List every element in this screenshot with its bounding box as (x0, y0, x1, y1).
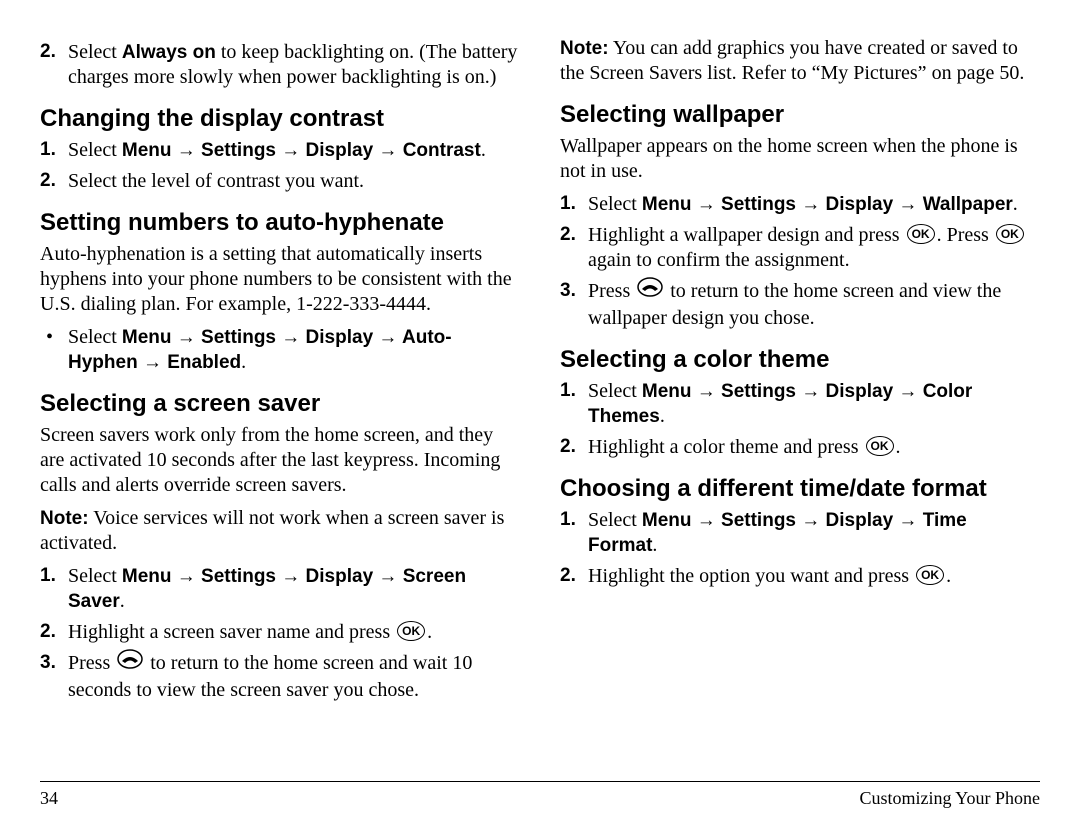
step-text: Press (588, 280, 635, 302)
ok-icon: OK (866, 436, 894, 456)
step: 2. Select Always on to keep backlighting… (40, 40, 520, 90)
step-text: Select (588, 193, 642, 215)
step: 1. Select Menu → Settings → Display → Ti… (560, 508, 1040, 558)
step: 1. Select Menu → Settings → Display → Co… (40, 138, 520, 163)
heading-wallpaper: Selecting wallpaper (560, 100, 1040, 130)
section-title: Customizing Your Phone (859, 788, 1040, 809)
step-number: 3. (40, 651, 56, 675)
step: 2. Select the level of contrast you want… (40, 169, 520, 194)
step: 3. Press to return to the home screen an… (560, 279, 1040, 331)
heading-theme: Selecting a color theme (560, 345, 1040, 375)
step: 1. Select Menu → Settings → Display → Sc… (40, 564, 520, 614)
bullet-list: Select Menu → Settings → Display → Auto-… (40, 325, 520, 375)
menu-path: Menu → Settings → Display → Contrast (122, 140, 481, 161)
note-text: You can add graphics you have created or… (560, 37, 1024, 84)
step-text: . (660, 405, 665, 427)
step-number: 2. (40, 620, 56, 644)
paragraph: Auto-hyphenation is a setting that autom… (40, 242, 520, 317)
step: 1. Select Menu → Settings → Display → Co… (560, 379, 1040, 429)
step-text: . (427, 621, 432, 643)
step: 1. Select Menu → Settings → Display → Wa… (560, 192, 1040, 217)
step: 2. Highlight a color theme and press OK. (560, 435, 1040, 460)
step-text: Select the level of contrast you want. (68, 170, 364, 192)
ok-icon: OK (907, 224, 935, 244)
step-text: . (946, 565, 951, 587)
step-list: 1. Select Menu → Settings → Display → Sc… (40, 564, 520, 703)
manual-page: 2. Select Always on to keep backlighting… (0, 0, 1080, 839)
menu-path: Menu → Settings → Display → Wallpaper (642, 194, 1013, 215)
end-call-icon (117, 649, 143, 676)
step-text: Select (588, 509, 642, 531)
step-list: 1. Select Menu → Settings → Display → Wa… (560, 192, 1040, 331)
step-number: 1. (560, 379, 576, 403)
note-label: Note: (40, 508, 89, 529)
step-number: 3. (560, 279, 576, 303)
step: 2. Highlight a screen saver name and pre… (40, 620, 520, 645)
step-number: 2. (40, 169, 56, 193)
step-text: Select (68, 41, 122, 63)
page-footer: 34 Customizing Your Phone (40, 781, 1040, 809)
step-text: Select (68, 565, 122, 587)
note: Note: Voice services will not work when … (40, 506, 520, 556)
step-text: . (896, 436, 901, 458)
step-text: Highlight a screen saver name and press (68, 621, 395, 643)
ok-icon: OK (397, 621, 425, 641)
step-text: Highlight the option you want and press (588, 565, 914, 587)
heading-timeformat: Choosing a different time/date format (560, 474, 1040, 504)
ok-icon: OK (916, 565, 944, 585)
content-columns: 2. Select Always on to keep backlighting… (40, 36, 1040, 760)
step: 2. Highlight the option you want and pre… (560, 564, 1040, 589)
ok-icon: OK (996, 224, 1024, 244)
step-number: 2. (560, 223, 576, 247)
step-text: . (241, 351, 246, 373)
step-text: Highlight a color theme and press (588, 436, 864, 458)
step-text: again to confirm the assignment. (588, 249, 850, 271)
step-text: . (481, 139, 486, 161)
step-text: . (120, 590, 125, 612)
note: Note: You can add graphics you have crea… (560, 36, 1040, 86)
step-text: . Press (937, 224, 994, 246)
page-number: 34 (40, 788, 58, 809)
heading-hyphen: Setting numbers to auto-hyphenate (40, 208, 520, 238)
step-number: 2. (560, 564, 576, 588)
step-list: 1. Select Menu → Settings → Display → Ti… (560, 508, 1040, 589)
step: 2. Highlight a wallpaper design and pres… (560, 223, 1040, 273)
step: 3. Press to return to the home screen an… (40, 651, 520, 703)
end-call-icon (637, 277, 663, 304)
menu-path: Menu → Settings → Display → Time Format (588, 510, 967, 556)
step-number: 1. (560, 508, 576, 532)
step-list-top: 2. Select Always on to keep backlighting… (40, 40, 520, 90)
note-text: Voice services will not work when a scre… (40, 507, 504, 554)
heading-contrast: Changing the display contrast (40, 104, 520, 134)
bullet-item: Select Menu → Settings → Display → Auto-… (40, 325, 520, 375)
step-text: Select (68, 326, 122, 348)
step-text: . (1013, 193, 1018, 215)
heading-saver: Selecting a screen saver (40, 389, 520, 419)
step-text: Select (588, 380, 642, 402)
step-number: 1. (40, 564, 56, 588)
step-number: 1. (40, 138, 56, 162)
step-text: Highlight a wallpaper design and press (588, 224, 905, 246)
step-number: 1. (560, 192, 576, 216)
step-text: Press (68, 652, 115, 674)
menu-path: Menu → Settings → Display → Screen Saver (68, 566, 466, 612)
bold-text: Always on (122, 42, 216, 63)
menu-path: Menu → Settings → Display → Auto-Hyphen … (68, 327, 452, 373)
paragraph: Screen savers work only from the home sc… (40, 423, 520, 498)
step-number: 2. (40, 40, 56, 64)
step-number: 2. (560, 435, 576, 459)
note-label: Note: (560, 38, 609, 59)
step-text: Select (68, 139, 122, 161)
step-list: 1. Select Menu → Settings → Display → Co… (40, 138, 520, 194)
step-text: . (652, 534, 657, 556)
step-list: 1. Select Menu → Settings → Display → Co… (560, 379, 1040, 460)
paragraph: Wallpaper appears on the home screen whe… (560, 134, 1040, 184)
menu-path: Menu → Settings → Display → Color Themes (588, 381, 972, 427)
